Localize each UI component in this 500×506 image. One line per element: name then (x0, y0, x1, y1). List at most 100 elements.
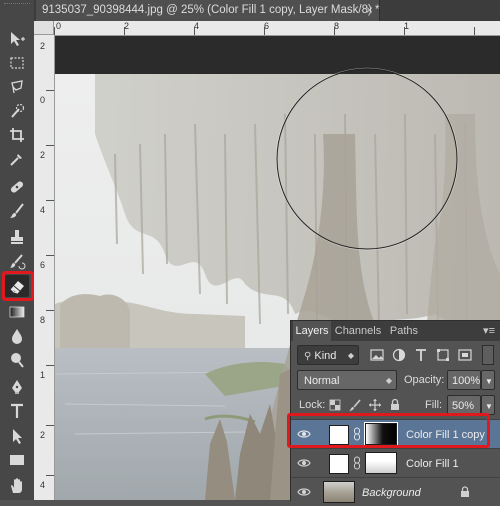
visibility-eye-icon[interactable] (297, 456, 311, 470)
filter-kind-label: Kind (314, 350, 337, 362)
link-icon[interactable] (353, 456, 361, 470)
ruler-number: 1 (40, 370, 46, 380)
ruler-tick (194, 27, 195, 35)
marquee-tool[interactable] (5, 52, 29, 74)
crop-tool[interactable] (5, 124, 29, 146)
lasso-tool[interactable] (5, 76, 29, 98)
checkerboard-icon (329, 399, 341, 411)
blend-mode-value: Normal (304, 375, 340, 387)
search-icon: ⚲ (304, 351, 312, 362)
bandage-icon (10, 181, 24, 193)
fill-value: 50% (452, 400, 475, 412)
type-tool[interactable] (5, 400, 29, 422)
quick-selection-tool[interactable] (5, 100, 29, 122)
fill-slider-button[interactable]: ▼ (481, 395, 495, 415)
layer-row-background[interactable]: Background (291, 477, 500, 506)
shape-tool[interactable] (5, 449, 29, 471)
ruler-tick (46, 145, 54, 146)
ruler-number: 8 (40, 315, 46, 325)
path-selection-tool[interactable] (5, 425, 29, 447)
brush-icon (10, 203, 24, 218)
close-icon[interactable]: × (366, 0, 373, 21)
hand-tool[interactable] (5, 475, 29, 497)
layer-name: Color Fill 1 (406, 458, 459, 470)
ruler-number: 4 (40, 480, 46, 490)
history-brush-icon (10, 254, 26, 270)
ruler-tick (46, 475, 54, 476)
layer-row-color-fill-1[interactable]: Color Fill 1 (291, 448, 500, 477)
vertical-ruler[interactable]: 2 0 2 4 6 8 1 2 4 (34, 35, 55, 500)
brush-tool[interactable] (5, 200, 29, 222)
ruler-number: 0 (40, 95, 46, 105)
pen-tool[interactable] (5, 376, 29, 398)
filter-kind-select[interactable]: ⚲ Kind ◆ (297, 345, 359, 365)
opacity-value: 100% (452, 375, 481, 387)
filter-smart-object-button[interactable] (457, 347, 473, 363)
ruler-number: 2 (40, 430, 46, 440)
blur-tool[interactable] (5, 325, 29, 347)
fill-layer-thumbnail[interactable] (329, 454, 349, 474)
selected-layer-highlight (287, 413, 490, 448)
ruler-origin[interactable] (34, 21, 54, 35)
filter-type-button[interactable] (413, 347, 429, 363)
chevron-down-icon: ▼ (485, 402, 493, 411)
lock-position-button[interactable] (367, 397, 383, 413)
lock-pixels-button[interactable] (347, 397, 363, 413)
smart-object-icon (458, 349, 472, 361)
filter-toggle-switch[interactable] (482, 345, 494, 365)
dodge-tool[interactable] (5, 349, 29, 371)
gradient-tool[interactable] (5, 301, 29, 323)
lock-transparent-button[interactable] (327, 397, 343, 413)
opacity-label: Opacity: (404, 374, 445, 386)
hand-icon (11, 478, 22, 493)
opacity-input[interactable]: 100% (447, 370, 481, 390)
opacity-slider-button[interactable]: ▼ (481, 370, 495, 390)
lasso-icon (11, 80, 23, 94)
tab-layers[interactable]: Layers (293, 321, 331, 341)
ruler-number: 6 (40, 260, 46, 270)
chevron-down-icon: ▼ (485, 377, 493, 386)
drop-icon (12, 329, 22, 344)
clone-stamp-tool[interactable] (5, 226, 29, 248)
filter-adjustment-button[interactable] (391, 347, 407, 363)
filter-pixel-button[interactable] (369, 347, 385, 363)
tab-channels[interactable]: Channels (333, 321, 383, 341)
history-brush-tool[interactable] (5, 250, 29, 272)
healing-brush-tool[interactable] (5, 176, 29, 198)
gradient-icon (9, 306, 25, 318)
lock-label: Lock: (299, 399, 326, 411)
eyedropper-tool[interactable] (5, 148, 29, 170)
ruler-number: 0 (56, 21, 62, 31)
layer-name: Background (362, 487, 421, 499)
crop-icon (10, 128, 24, 142)
layers-panel: Layers Channels Paths ▾≡ ⚲ Kind ◆ Normal… (290, 320, 500, 506)
eraser-tool-highlight (2, 271, 34, 301)
filter-shape-button[interactable] (435, 347, 451, 363)
brush-icon (349, 399, 361, 411)
tab-paths[interactable]: Paths (385, 321, 423, 341)
layer-mask-thumbnail[interactable] (365, 452, 397, 474)
ruler-tick (474, 27, 475, 35)
quick-select-icon (11, 103, 25, 118)
move-tool[interactable] (5, 28, 29, 50)
dodge-icon (11, 353, 24, 368)
panel-menu-icon[interactable]: ▾≡ (483, 324, 495, 337)
ruler-tick (46, 425, 54, 426)
blend-mode-select[interactable]: Normal ◆ (297, 370, 397, 390)
ruler-number: 2 (40, 150, 46, 160)
document-tab[interactable]: 9135037_90398444.jpg @ 25% (Color Fill 1… (36, 0, 380, 21)
stamp-icon (11, 230, 23, 244)
visibility-eye-icon[interactable] (297, 485, 311, 499)
panel-grip[interactable] (4, 3, 30, 8)
type-icon (11, 403, 23, 418)
tools-panel (0, 0, 35, 500)
arrow-icon (13, 429, 22, 444)
type-icon (416, 349, 426, 361)
rect-marquee-icon (10, 57, 24, 69)
lock-all-button[interactable] (387, 397, 403, 413)
chevron-updown-icon: ◆ (347, 351, 354, 360)
horizontal-ruler[interactable]: 2 0 2 4 6 8 1 (54, 21, 500, 36)
ruler-tick (264, 27, 265, 35)
move-icon (11, 32, 25, 46)
fill-input[interactable]: 50% (447, 395, 481, 415)
